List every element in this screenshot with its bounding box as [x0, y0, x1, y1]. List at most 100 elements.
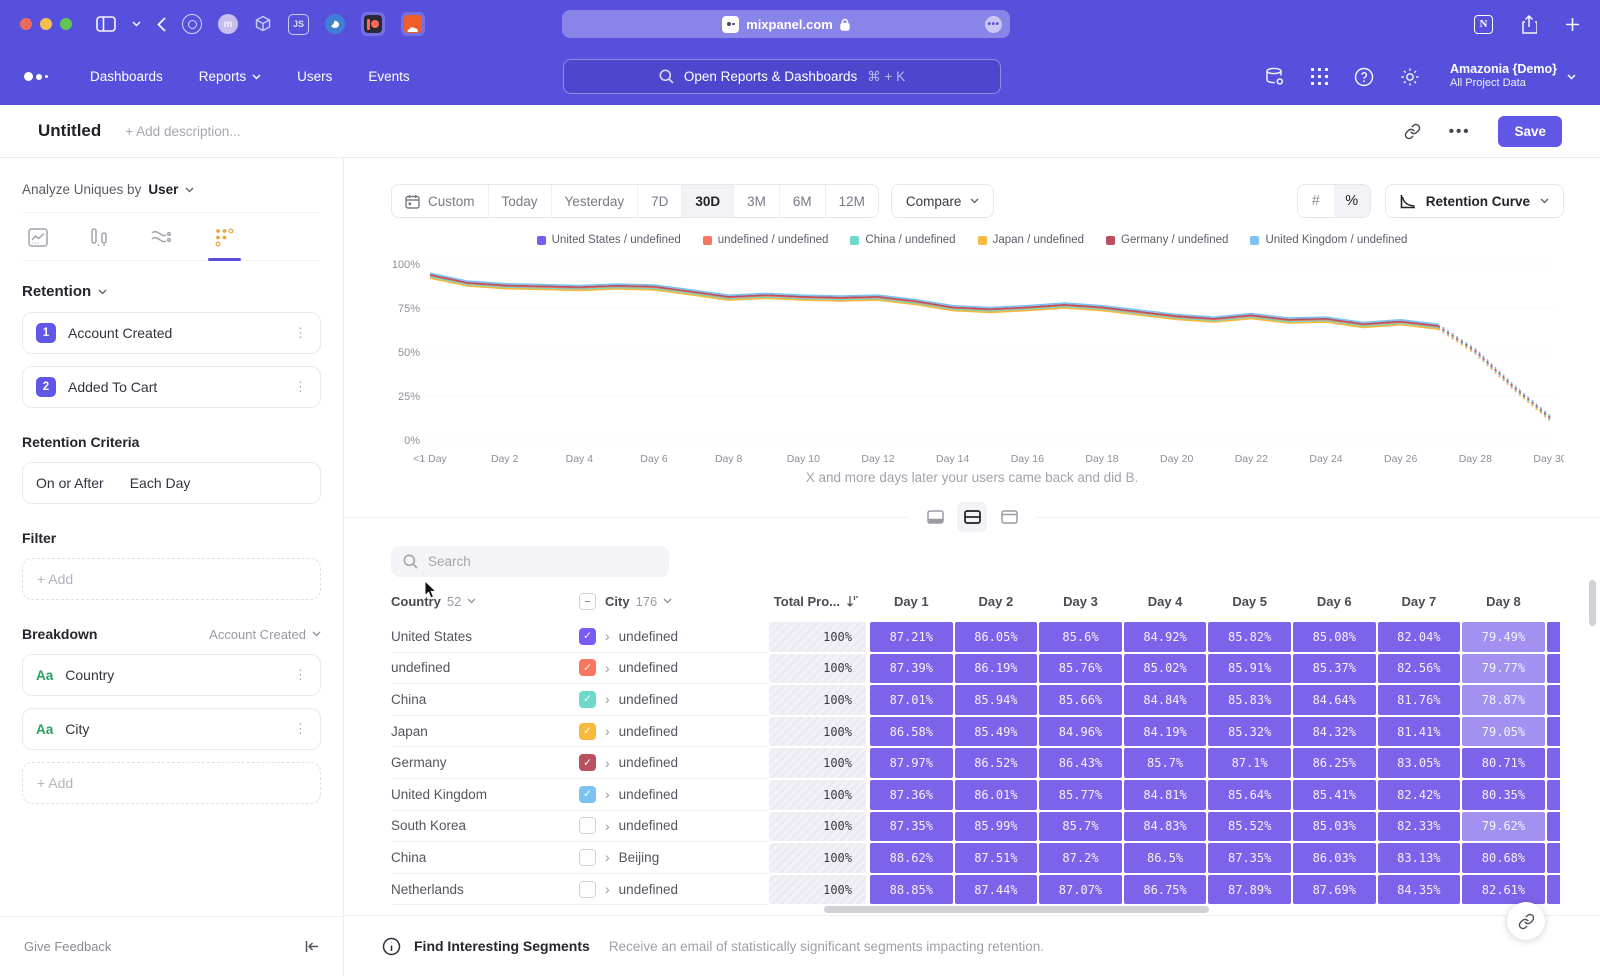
ring-extension-icon[interactable]: [182, 14, 202, 34]
retention-cell[interactable]: 85.76%: [1039, 654, 1122, 684]
add-breakdown-button[interactable]: + Add: [22, 762, 321, 804]
criteria-each-day[interactable]: Each Day: [130, 475, 191, 491]
retention-cell[interactable]: 78.87%: [1462, 685, 1545, 715]
add-filter-button[interactable]: + Add: [22, 558, 321, 600]
retention-cell[interactable]: 80.71%: [1462, 748, 1545, 778]
retention-cell[interactable]: 87.39%: [870, 654, 953, 684]
expand-row-icon[interactable]: ›: [605, 786, 610, 802]
apps-grid-icon[interactable]: [1311, 68, 1328, 85]
retention-cell[interactable]: 79.49%: [1462, 622, 1545, 652]
column-header-day-2[interactable]: Day 2: [954, 594, 1039, 609]
tab-insights[interactable]: [28, 228, 48, 260]
retention-cell[interactable]: 85.6%: [1039, 622, 1122, 652]
date-range-3m[interactable]: 3M: [733, 185, 779, 217]
retention-cell[interactable]: 83.13%: [1378, 843, 1461, 873]
nav-item-dashboards[interactable]: Dashboards: [90, 69, 163, 84]
more-options-icon[interactable]: •••: [1449, 123, 1471, 140]
retention-cell[interactable]: 86.52%: [955, 748, 1038, 778]
zoom-window-button[interactable]: [60, 18, 72, 30]
table-search-input[interactable]: Search: [391, 546, 669, 577]
kebab-menu-icon[interactable]: ⋮: [294, 325, 307, 341]
date-range-7d[interactable]: 7D: [637, 185, 681, 217]
retention-cell[interactable]: 84.83%: [1124, 812, 1207, 842]
retention-cell[interactable]: 86.03%: [1293, 843, 1376, 873]
retention-cell[interactable]: 81.41%: [1378, 717, 1461, 747]
retention-cell[interactable]: 85.66%: [1039, 685, 1122, 715]
select-all-checkbox[interactable]: –: [579, 593, 596, 610]
close-window-button[interactable]: [20, 18, 32, 30]
retention-cell[interactable]: 82.04%: [1378, 622, 1461, 652]
patreon-extension-icon[interactable]: [361, 12, 385, 36]
retention-cell[interactable]: 84.81%: [1124, 780, 1207, 810]
retention-cell[interactable]: 87.51%: [955, 843, 1038, 873]
collapse-sidebar-icon[interactable]: [305, 940, 319, 953]
retention-cell[interactable]: 86.75%: [1124, 875, 1207, 905]
event-step-1[interactable]: 1 Account Created ⋮: [22, 312, 321, 354]
retention-cell[interactable]: 87.69%: [1293, 875, 1376, 905]
date-range-30d[interactable]: 30D: [681, 185, 733, 217]
absolute-values-toggle[interactable]: #: [1298, 185, 1334, 217]
legend-item[interactable]: Germany / undefined: [1106, 234, 1228, 246]
retention-section-header[interactable]: Retention: [22, 283, 321, 300]
new-tab-icon[interactable]: [1565, 17, 1580, 32]
expand-row-icon[interactable]: ›: [605, 660, 610, 676]
analyze-value-dropdown[interactable]: User: [148, 182, 178, 197]
bird-extension-icon[interactable]: [325, 14, 345, 34]
mixpanel-logo-icon[interactable]: [24, 72, 54, 81]
row-checkbox[interactable]: ✓: [579, 659, 596, 676]
cloud-extension-icon[interactable]: [401, 12, 425, 36]
expand-row-icon[interactable]: ›: [605, 818, 610, 834]
breakdown-city[interactable]: Aa City ⋮: [22, 708, 321, 750]
layout-split-icon[interactable]: [957, 502, 987, 532]
copy-link-icon[interactable]: [1404, 123, 1421, 140]
tab-retention[interactable]: [215, 228, 234, 260]
date-range-custom[interactable]: Custom: [392, 185, 488, 217]
retention-cell[interactable]: 79.05%: [1462, 717, 1545, 747]
column-header-city[interactable]: –City176: [579, 593, 769, 610]
expand-row-icon[interactable]: ›: [605, 691, 610, 707]
share-link-fab[interactable]: [1507, 902, 1545, 940]
retention-cell[interactable]: 85.41%: [1293, 780, 1376, 810]
legend-item[interactable]: Japan / undefined: [978, 234, 1084, 246]
retention-criteria-card[interactable]: On or After Each Day: [22, 462, 321, 504]
expand-row-icon[interactable]: ›: [605, 723, 610, 739]
chevron-down-icon[interactable]: [132, 21, 141, 27]
retention-cell[interactable]: 85.49%: [955, 717, 1038, 747]
retention-cell[interactable]: 85.52%: [1208, 812, 1291, 842]
retention-cell[interactable]: 83.05%: [1378, 748, 1461, 778]
retention-cell[interactable]: 86.43%: [1039, 748, 1122, 778]
retention-cell[interactable]: 82.56%: [1378, 654, 1461, 684]
retention-cell[interactable]: 86.05%: [955, 622, 1038, 652]
sort-descending-icon[interactable]: [846, 595, 859, 608]
retention-cell[interactable]: 84.96%: [1039, 717, 1122, 747]
retention-cell[interactable]: 85.77%: [1039, 780, 1122, 810]
retention-cell[interactable]: 80.35%: [1462, 780, 1545, 810]
compare-button[interactable]: Compare: [891, 184, 995, 218]
m-extension-icon[interactable]: m: [218, 14, 238, 34]
retention-cell[interactable]: 79.77%: [1462, 654, 1545, 684]
report-title[interactable]: Untitled: [38, 121, 101, 141]
expand-row-icon[interactable]: ›: [605, 755, 610, 771]
retention-cell[interactable]: 85.03%: [1293, 812, 1376, 842]
retention-cell[interactable]: 84.92%: [1124, 622, 1207, 652]
tab-flows[interactable]: [151, 228, 172, 260]
retention-cell[interactable]: 85.02%: [1124, 654, 1207, 684]
data-management-icon[interactable]: [1265, 67, 1285, 87]
retention-cell[interactable]: 79.62%: [1462, 812, 1545, 842]
retention-cell[interactable]: 84.64%: [1293, 685, 1376, 715]
nav-item-events[interactable]: Events: [368, 69, 409, 84]
retention-cell[interactable]: 85.64%: [1208, 780, 1291, 810]
row-checkbox[interactable]: [579, 881, 596, 898]
legend-item[interactable]: United Kingdom / undefined: [1250, 234, 1407, 246]
column-header-country[interactable]: Country52: [391, 594, 579, 609]
column-header-total[interactable]: Total Pro...: [769, 594, 869, 609]
retention-cell[interactable]: 84.84%: [1124, 685, 1207, 715]
help-icon[interactable]: [1354, 67, 1374, 87]
row-checkbox[interactable]: ✓: [579, 754, 596, 771]
row-checkbox[interactable]: [579, 817, 596, 834]
column-header-day-5[interactable]: Day 5: [1207, 594, 1292, 609]
column-header-day-6[interactable]: Day 6: [1292, 594, 1377, 609]
retention-cell[interactable]: 85.99%: [955, 812, 1038, 842]
browser-sidebar-icon[interactable]: [96, 16, 116, 32]
notion-extension-icon[interactable]: N: [1474, 15, 1493, 34]
